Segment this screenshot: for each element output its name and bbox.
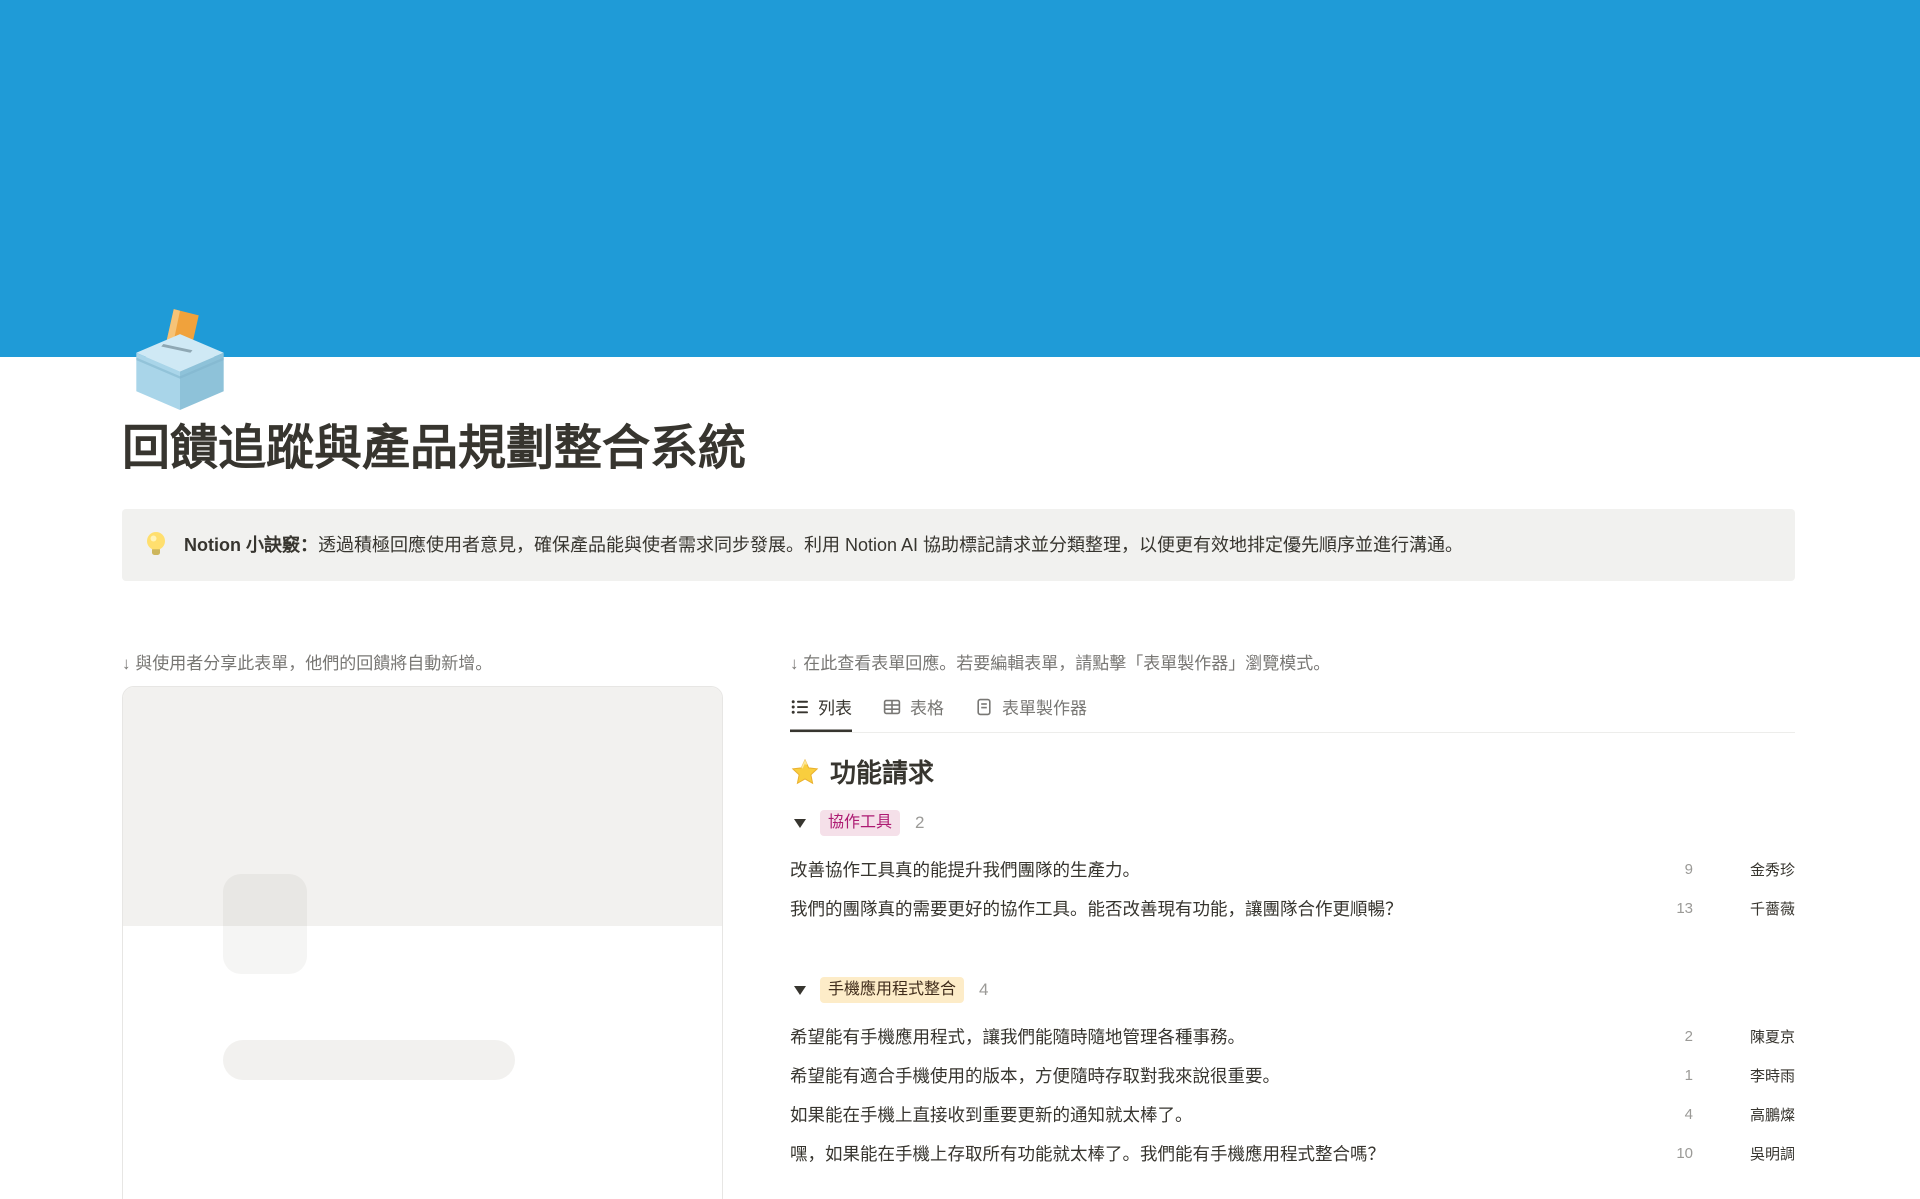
form-preview-card[interactable] — [122, 686, 723, 1199]
author-name: 吳明調 — [1719, 1143, 1795, 1164]
tab-label: 列表 — [818, 694, 852, 719]
group-count: 4 — [979, 980, 988, 1000]
page-body: 回饋追蹤與產品規劃整合系統 Notion 小訣竅：透過積極回應使用者意見，確保產… — [0, 421, 1920, 1199]
form-share-instruction: ↓ 與使用者分享此表單，他們的回饋將自動新增。 — [122, 651, 723, 677]
form-icon-placeholder — [223, 874, 307, 974]
feedback-text: 嘿，如果能在手機上存取所有功能就太棒了。我們能有手機應用程式整合嗎？ — [790, 1141, 1653, 1167]
callout-bold-label: Notion 小訣竅： — [184, 535, 318, 555]
vote-count: 13 — [1653, 900, 1693, 917]
vote-count: 2 — [1653, 1028, 1693, 1045]
author-name: 高鵬燦 — [1719, 1104, 1795, 1125]
tab-label: 表格 — [910, 694, 944, 719]
group-collaboration-tools: 協作工具 2 改善協作工具真的能提升我們團隊的生產力。 9 金秀珍 我們的團隊真… — [790, 809, 1795, 928]
lightbulb-icon — [144, 530, 168, 560]
form-preview-banner — [123, 687, 722, 926]
feedback-text: 希望能有適合手機使用的版本，方便隨時存取對我來說很重要。 — [790, 1063, 1653, 1089]
toggle-down-icon — [794, 819, 806, 828]
feedback-text: 希望能有手機應用程式，讓我們能隨時隨地管理各種事務。 — [790, 1024, 1653, 1050]
database-title-text: 功能請求 — [830, 755, 934, 791]
author-name: 陳夏京 — [1719, 1026, 1795, 1047]
vote-count: 1 — [1653, 1067, 1693, 1084]
group-badge[interactable]: 手機應用程式整合 — [820, 977, 964, 1003]
group-items: 希望能有手機應用程式，讓我們能隨時隨地管理各種事務。 2 陳夏京 希望能有適合手… — [790, 1017, 1795, 1173]
responses-column: ↓ 在此查看表單回應。若要編輯表單，請點擊「表單製作器」瀏覽模式。 列表 — [790, 651, 1795, 1199]
group-badge[interactable]: 協作工具 — [820, 810, 900, 836]
author-name: 金秀珍 — [1719, 859, 1795, 880]
vote-count: 9 — [1653, 861, 1693, 878]
callout-body-text: 透過積極回應使用者意見，確保產品能與使者需求同步發展。利用 Notion AI … — [318, 535, 1463, 555]
two-column-layout: ↓ 與使用者分享此表單，他們的回饋將自動新增。 ↓ 在此查看表單回應。若要編輯表… — [122, 651, 1795, 1199]
database-title[interactable]: 功能請求 — [790, 755, 1795, 791]
vote-count: 4 — [1653, 1106, 1693, 1123]
form-share-column: ↓ 與使用者分享此表單，他們的回饋將自動新增。 — [122, 651, 723, 1199]
page-title[interactable]: 回饋追蹤與產品規劃整合系統 — [122, 421, 1795, 476]
ballot-box-icon — [128, 306, 232, 410]
callout-text: Notion 小訣竅：透過積極回應使用者意見，確保產品能與使者需求同步發展。利用… — [184, 532, 1463, 559]
tab-label: 表單製作器 — [1002, 694, 1087, 719]
view-tabs: 列表 表格 表單製作器 — [790, 686, 1795, 733]
feedback-row[interactable]: 我們的團隊真的需要更好的協作工具。能否改善現有功能，讓團隊合作更順暢？ 13 千… — [790, 889, 1795, 928]
toggle-down-icon — [794, 986, 806, 995]
author-name: 千薔薇 — [1719, 898, 1795, 919]
vote-count: 10 — [1653, 1145, 1693, 1162]
feedback-row[interactable]: 如果能在手機上直接收到重要更新的通知就太棒了。 4 高鵬燦 — [790, 1095, 1795, 1134]
glowing-star-icon — [790, 758, 820, 788]
group-mobile-app-integration: 手機應用程式整合 4 希望能有手機應用程式，讓我們能隨時隨地管理各種事務。 2 … — [790, 976, 1795, 1173]
page-cover — [0, 0, 1920, 357]
author-name: 李時雨 — [1719, 1065, 1795, 1086]
notion-tip-callout: Notion 小訣竅：透過積極回應使用者意見，確保產品能與使者需求同步發展。利用… — [122, 509, 1795, 581]
group-items: 改善協作工具真的能提升我們團隊的生產力。 9 金秀珍 我們的團隊真的需要更好的協… — [790, 850, 1795, 928]
list-view-icon — [790, 697, 810, 717]
feedback-text: 改善協作工具真的能提升我們團隊的生產力。 — [790, 857, 1653, 883]
table-view-icon — [882, 697, 902, 717]
group-count: 2 — [915, 813, 924, 833]
tab-form-builder[interactable]: 表單製作器 — [974, 694, 1087, 732]
feedback-text: 如果能在手機上直接收到重要更新的通知就太棒了。 — [790, 1102, 1653, 1128]
group-header[interactable]: 手機應用程式整合 4 — [790, 976, 1795, 1004]
group-header[interactable]: 協作工具 2 — [790, 809, 1795, 837]
form-title-placeholder — [223, 1040, 515, 1080]
tab-list-view[interactable]: 列表 — [790, 694, 852, 732]
feedback-text: 我們的團隊真的需要更好的協作工具。能否改善現有功能，讓團隊合作更順暢？ — [790, 896, 1653, 922]
form-builder-icon — [974, 697, 994, 717]
feedback-row[interactable]: 改善協作工具真的能提升我們團隊的生產力。 9 金秀珍 — [790, 850, 1795, 889]
feedback-row[interactable]: 希望能有手機應用程式，讓我們能隨時隨地管理各種事務。 2 陳夏京 — [790, 1017, 1795, 1056]
feedback-row[interactable]: 希望能有適合手機使用的版本，方便隨時存取對我來說很重要。 1 李時雨 — [790, 1056, 1795, 1095]
tab-table-view[interactable]: 表格 — [882, 694, 944, 732]
feedback-row[interactable]: 嘿，如果能在手機上存取所有功能就太棒了。我們能有手機應用程式整合嗎？ 10 吳明… — [790, 1134, 1795, 1173]
responses-instruction: ↓ 在此查看表單回應。若要編輯表單，請點擊「表單製作器」瀏覽模式。 — [790, 651, 1795, 677]
ballot-box-emoji[interactable] — [128, 306, 232, 410]
